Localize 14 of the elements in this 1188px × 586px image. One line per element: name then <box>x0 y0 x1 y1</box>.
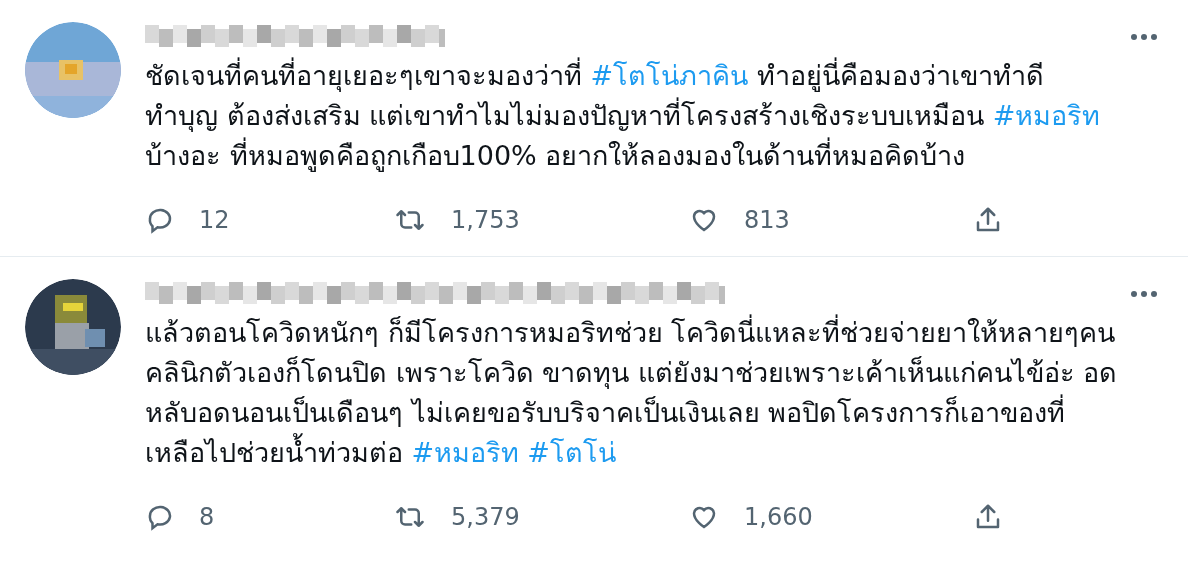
like-count: 1,660 <box>744 502 813 533</box>
tweet-text: แล้วตอนโควิดหนักๆ ก็มีโครงการหมอริทช่วย โควิดนี่แหละที่ช่วยจ่ายยาให้หลายๆคน คลินิกตัวเองก็โดนปิด เพราะโควิด ขาดทุน แต่ยังมาช่วยเพราะเค้าเห็นแก่คนไข้อ่ะ อด หลับอดนอนเป็นเดือนๆ ไม่เคยขอรับบริจาคเป็นเงินเลย พอปิดโครงการก็เอาของที่ เหลือไปช่วยน้ำท่วมต่อ #หมอริท #โตโน่ <box>145 313 1158 473</box>
hashtag-link[interactable]: #หมอริท <box>411 437 520 468</box>
hashtag-link[interactable]: #หมอริท <box>992 100 1101 131</box>
reply-count: 8 <box>199 502 215 533</box>
more-icon[interactable] <box>1130 33 1158 41</box>
hashtag-link[interactable]: #โตโน่ภาคิน <box>590 60 749 91</box>
retweet-count: 1,753 <box>451 205 520 236</box>
hashtag-link[interactable]: #โตโน่ <box>527 437 616 468</box>
like-count: 813 <box>744 205 790 236</box>
more-icon[interactable] <box>1130 290 1158 298</box>
reply-count: 12 <box>199 205 230 236</box>
tweet-text: ชัดเจนที่คนที่อายุเยอะๆเขาจะมองว่าที่ #โตโน่ภาคิน ทำอยู่นี่คือมองว่าเขาทำดี ทำบุญ ต้องส่งเสริม แต่เขาทำไมไม่มองปัญหาที่โครงสร้างเชิงระบบเหมือน #หมอริท บ้างอะ ที่หมอพูดคือถูกเกือบ100% อยากให้ลองมองในด้านที่หมอคิดบ้าง <box>145 56 1158 176</box>
retweet-count: 5,379 <box>451 502 520 533</box>
